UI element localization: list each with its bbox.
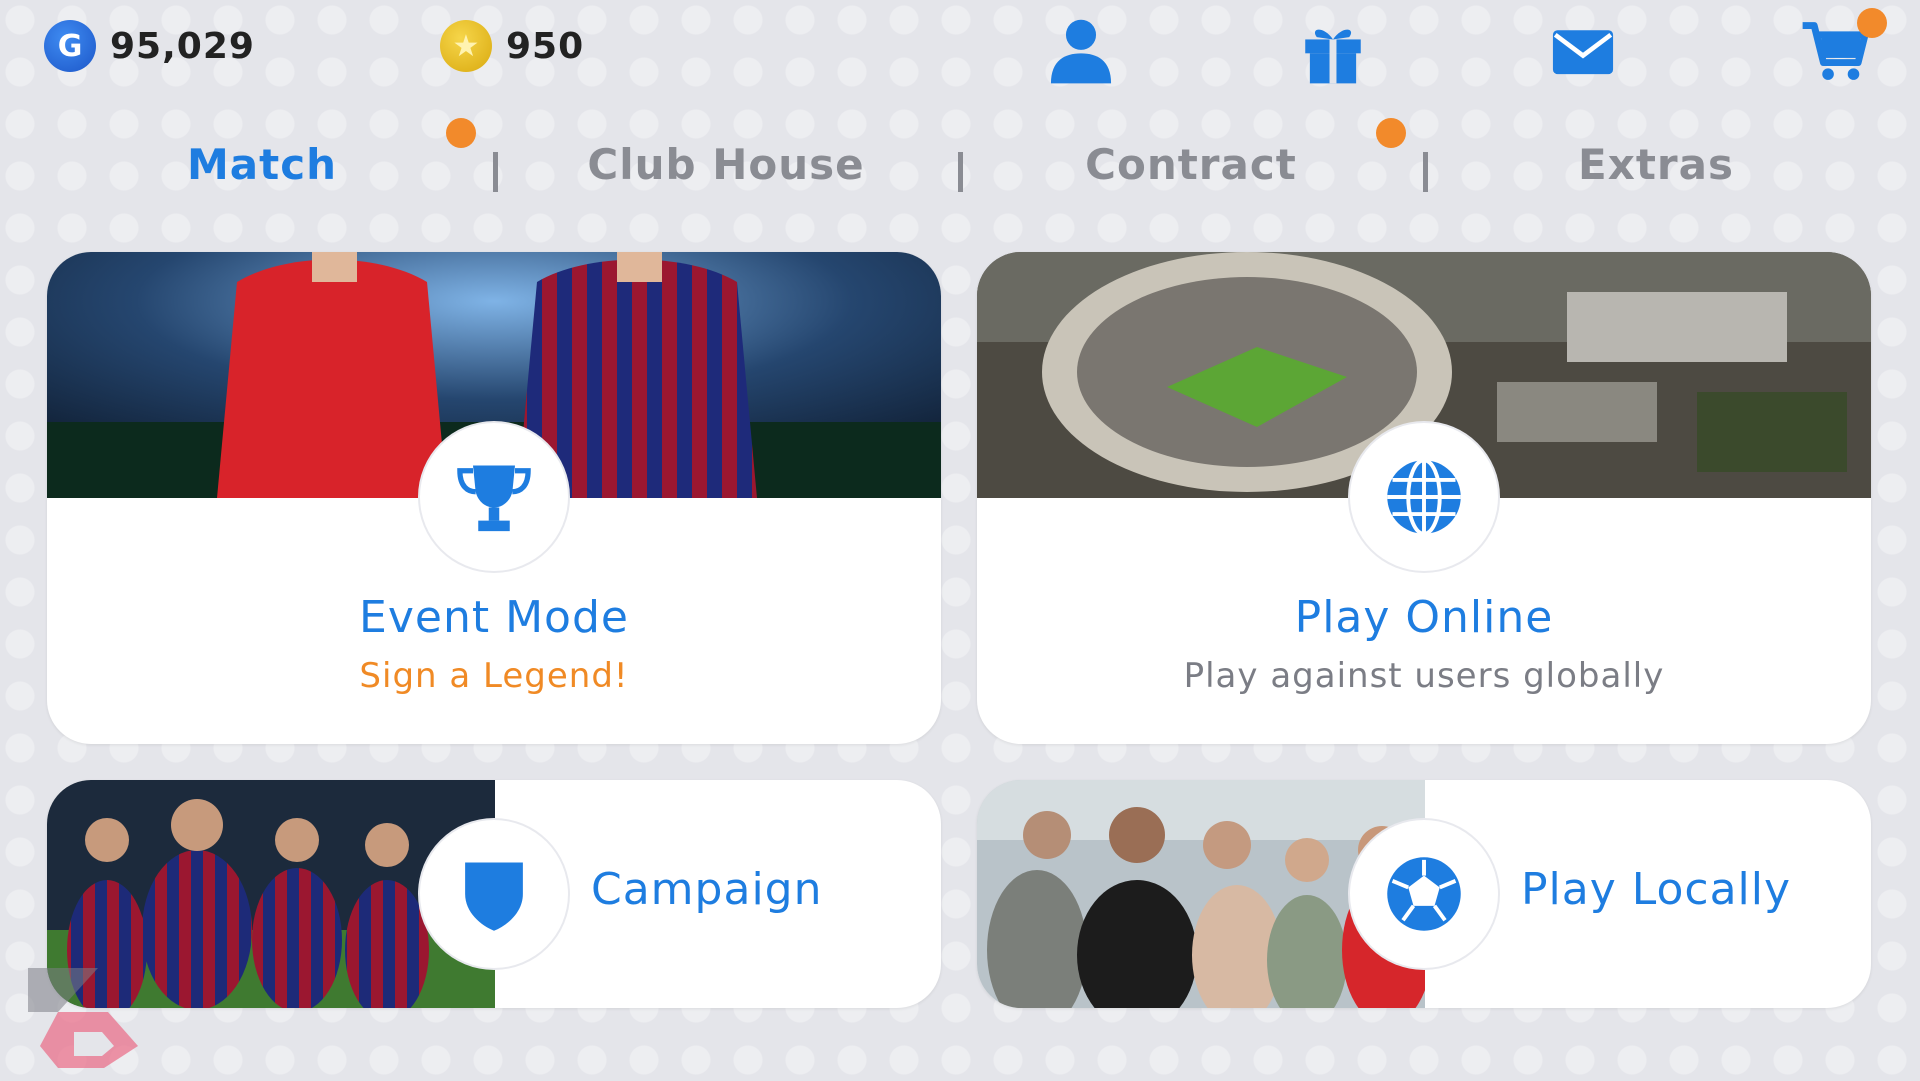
campaign-card[interactable]: Campaign [47,780,941,1008]
top-bar: G 95,029 ★ 950 [0,0,1920,100]
coin-balance[interactable]: ★ 950 [440,20,584,72]
soccer-ball-icon [1350,820,1498,968]
tab-club-house[interactable]: Club House [566,140,886,189]
tab-divider [493,152,498,192]
coin-value: 950 [506,25,585,67]
user-icon[interactable] [1044,14,1118,88]
tab-extras[interactable]: Extras [1496,140,1816,189]
tab-match[interactable]: Match [102,140,422,189]
globe-icon [1350,423,1498,571]
play-online-title: Play Online [1294,592,1554,643]
event-mode-card[interactable]: Event Mode Sign a Legend! [47,252,941,744]
main-menu-screen: G 95,029 ★ 950 Match Club House Contract… [0,0,1920,1081]
play-locally-title: Play Locally [1521,864,1792,915]
match-notification-dot [446,118,476,148]
gp-value: 95,029 [110,25,255,67]
tab-divider [1423,152,1428,192]
mail-icon[interactable] [1546,14,1620,88]
shield-icon [420,820,568,968]
main-tabs: Match Club House Contract Extras [0,110,1920,220]
contract-notification-dot [1376,118,1406,148]
event-mode-subtitle: Sign a Legend! [359,656,629,696]
site-logo-watermark [18,962,148,1072]
trophy-icon [420,423,568,571]
play-locally-card[interactable]: Play Locally [977,780,1871,1008]
gift-icon[interactable] [1296,14,1370,88]
tab-divider [958,152,963,192]
cart-notification-dot [1857,8,1887,38]
star-coin-icon: ★ [440,20,492,72]
tab-contract[interactable]: Contract [1031,140,1351,189]
event-mode-title: Event Mode [359,592,629,643]
gp-coin-icon: G [44,20,96,72]
campaign-title: Campaign [591,864,823,915]
play-online-card[interactable]: Play Online Play against users globally [977,252,1871,744]
gp-balance[interactable]: G 95,029 [44,20,255,72]
play-online-subtitle: Play against users globally [1183,656,1665,696]
